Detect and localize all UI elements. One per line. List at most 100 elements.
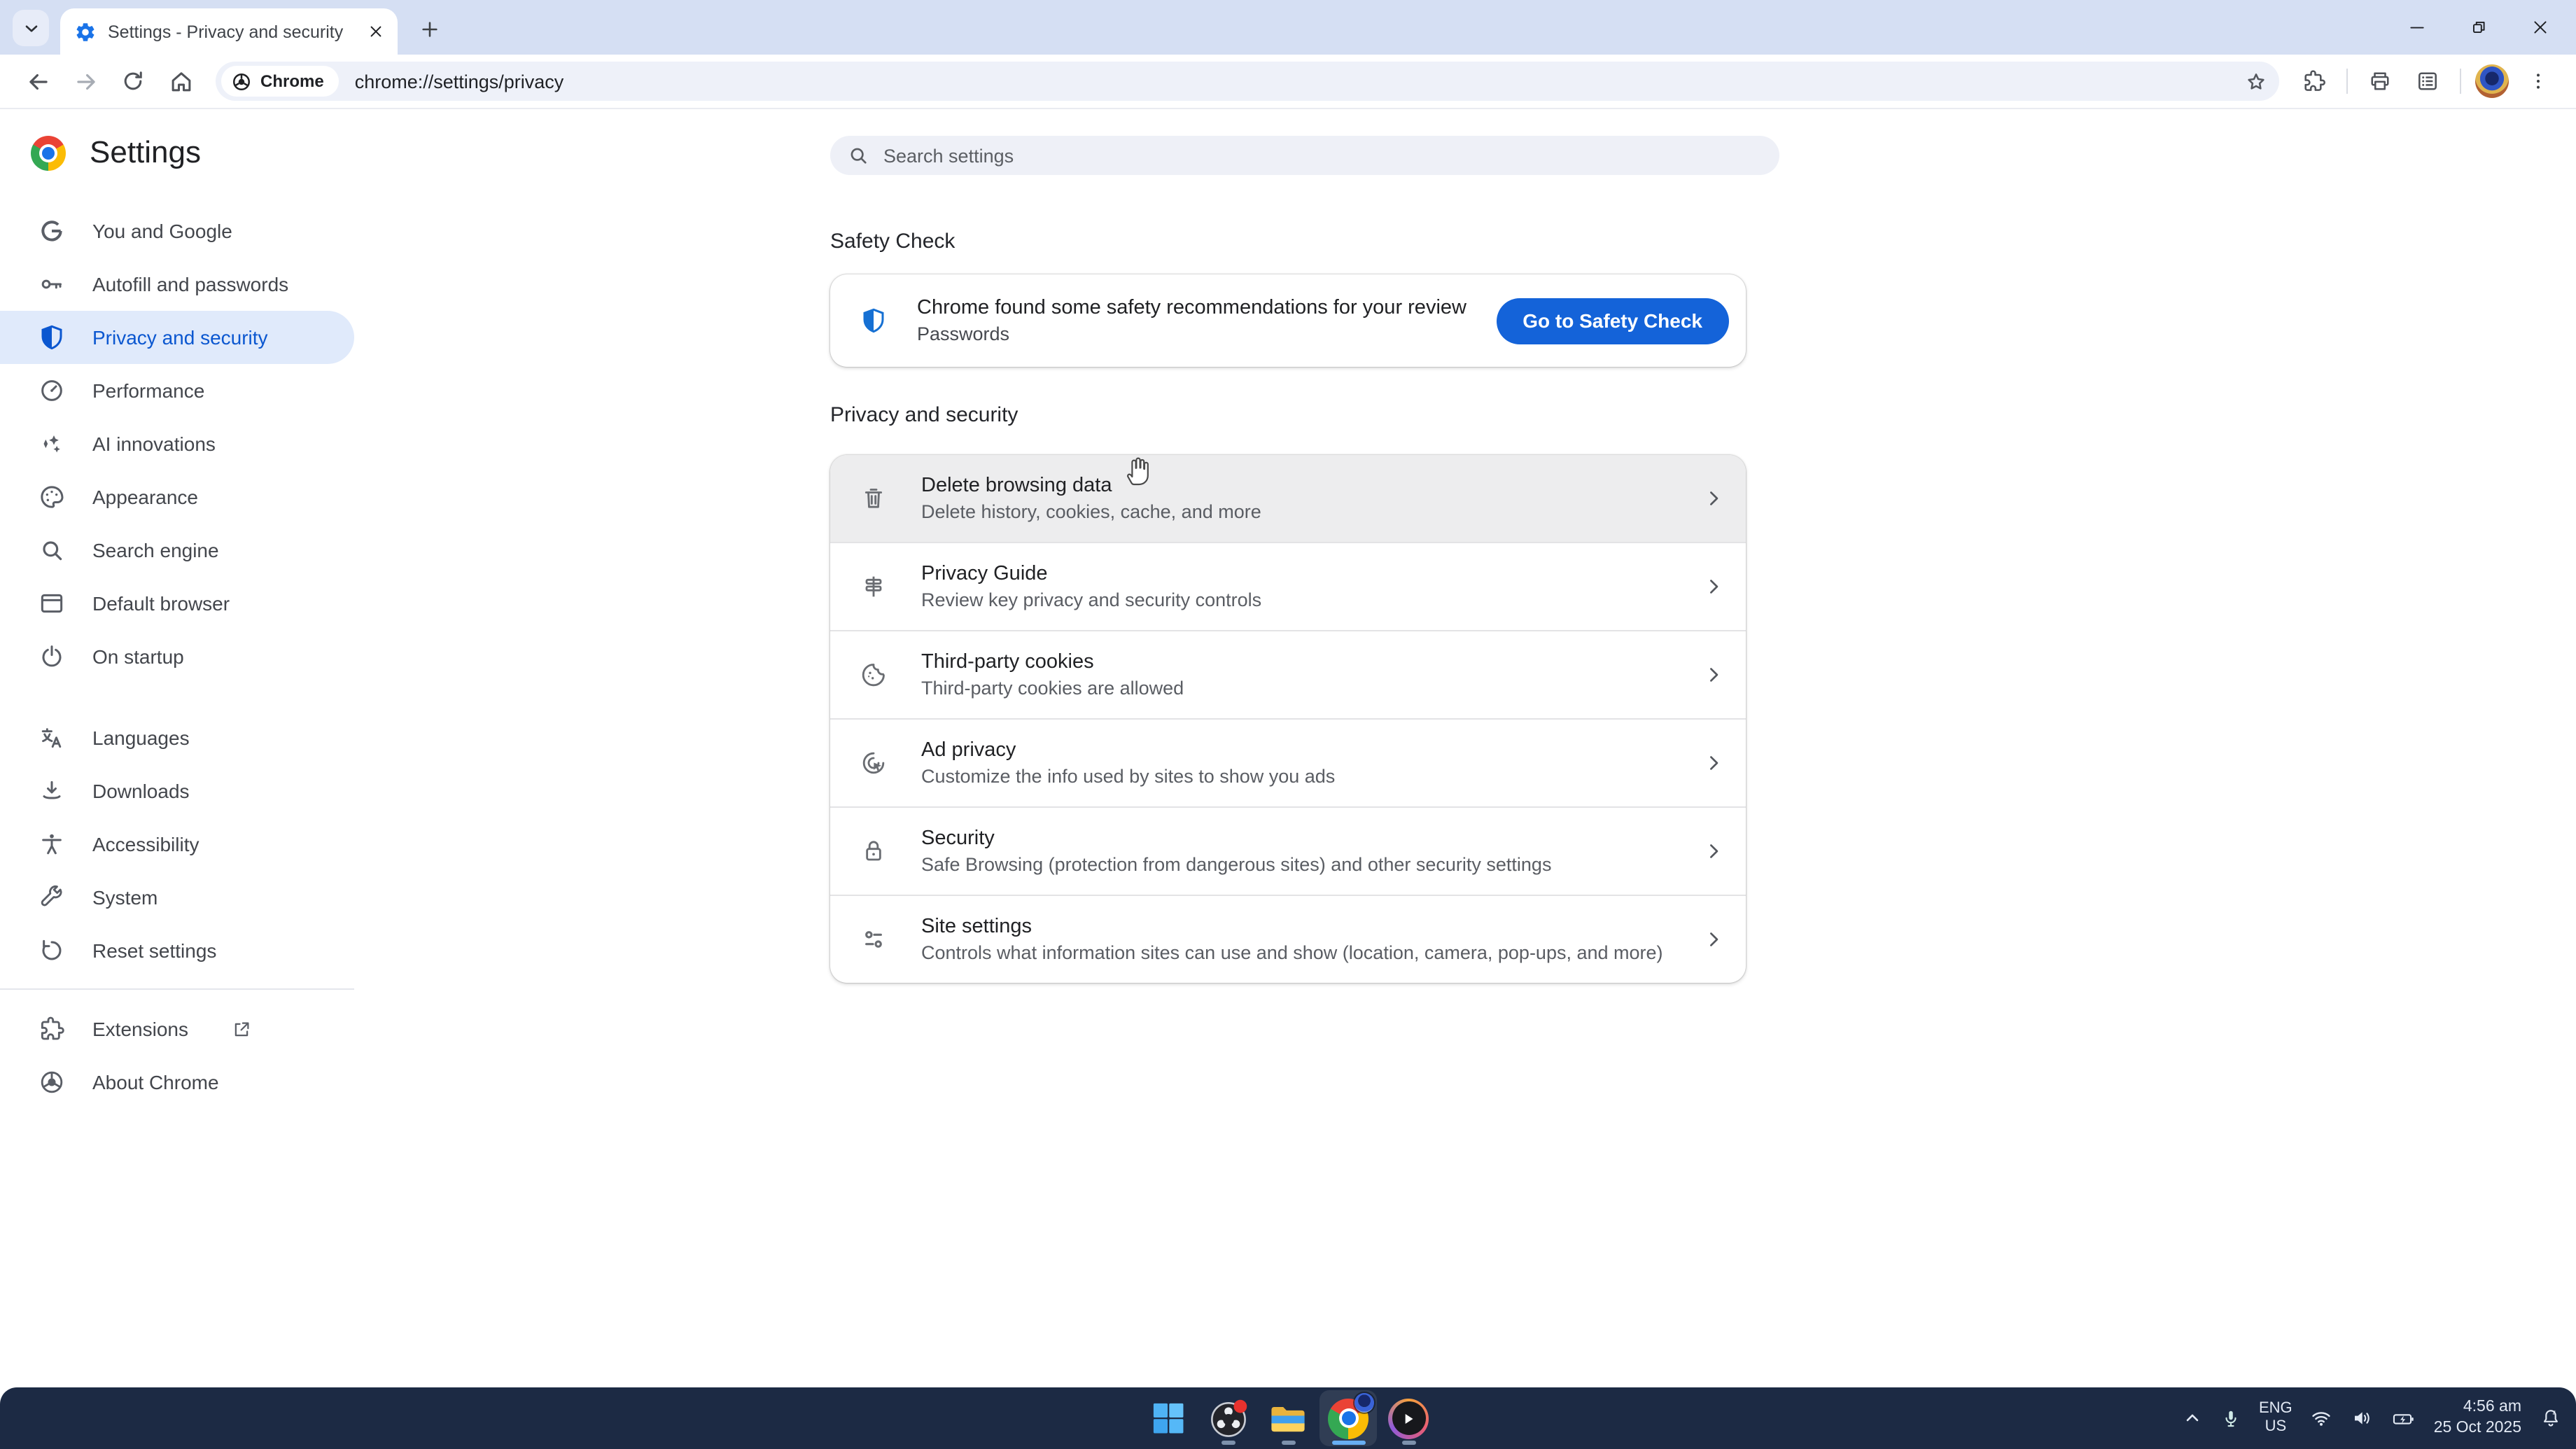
- sparkle-icon: [38, 430, 66, 458]
- address-bar[interactable]: Chrome chrome://settings/privacy: [216, 62, 2279, 101]
- settings-row-security[interactable]: Security Safe Browsing (protection from d…: [830, 806, 1746, 895]
- new-tab-button[interactable]: [412, 11, 448, 48]
- sidebar-item-privacy-and-security[interactable]: Privacy and security: [0, 311, 354, 364]
- safety-check-detail: Passwords: [917, 323, 1010, 344]
- settings-row-privacy-guide[interactable]: Privacy Guide Review key privacy and secu…: [830, 542, 1746, 630]
- profile-avatar[interactable]: [2475, 64, 2509, 98]
- window-controls: [2386, 0, 2570, 55]
- go-to-safety-check-button[interactable]: Go to Safety Check: [1496, 298, 1729, 344]
- browser-window-icon: [38, 589, 66, 617]
- row-title: Security: [921, 827, 995, 850]
- windows-taskbar: ENG US 4:56 am 25 Oct 2025 z: [0, 1387, 2576, 1449]
- row-title: Ad privacy: [921, 739, 1016, 762]
- tab-title: Settings - Privacy and security: [108, 22, 344, 41]
- settings-row-ad-privacy[interactable]: Ad privacy Customize the info used by sit…: [830, 718, 1746, 806]
- battery-icon[interactable]: [2392, 1406, 2416, 1430]
- wrench-icon: [38, 883, 66, 911]
- print-icon[interactable]: [2359, 60, 2401, 102]
- shield-icon: [38, 323, 66, 351]
- sidebar-item-on-startup[interactable]: On startup: [0, 630, 354, 683]
- chrome-taskbar-icon[interactable]: [1320, 1390, 1377, 1446]
- sidebar-item-system[interactable]: System: [0, 871, 354, 924]
- site-chip-label: Chrome: [260, 71, 324, 91]
- close-window-button[interactable]: [2509, 0, 2570, 55]
- speedometer-icon: [38, 377, 66, 405]
- sidebar-item-label: Search engine: [92, 539, 219, 561]
- settings-sidebar: You and Google Autofill and passwords Priv…: [0, 204, 354, 1109]
- sidebar-item-label: Autofill and passwords: [92, 273, 289, 295]
- chevron-right-icon[interactable]: [1702, 664, 1725, 686]
- home-icon[interactable]: [160, 60, 202, 102]
- reload-icon[interactable]: [112, 60, 154, 102]
- sidebar-item-search-engine[interactable]: Search engine: [0, 524, 354, 577]
- start-button[interactable]: [1139, 1390, 1196, 1446]
- chrome-mono-icon: [231, 71, 252, 92]
- sidebar-item-appearance[interactable]: Appearance: [0, 470, 354, 524]
- notification-bell-icon[interactable]: z: [2540, 1407, 2562, 1429]
- search-placeholder: Search settings: [883, 145, 1014, 166]
- taskbar-clock[interactable]: 4:56 am 25 Oct 2025: [2434, 1397, 2521, 1439]
- tab-search-button[interactable]: [13, 10, 49, 46]
- settings-brand: Settings: [31, 134, 201, 171]
- sidebar-item-label: Default browser: [92, 592, 230, 615]
- extensions-puzzle-icon[interactable]: [2293, 60, 2335, 102]
- bookmark-star-icon[interactable]: [2244, 69, 2268, 93]
- sidebar-item-autofill-and-passwords[interactable]: Autofill and passwords: [0, 258, 354, 311]
- obs-icon[interactable]: [1199, 1390, 1256, 1446]
- sidebar-item-you-and-google[interactable]: You and Google: [0, 204, 354, 258]
- row-subtitle: Third-party cookies are allowed: [921, 678, 1184, 699]
- row-title: Delete browsing data: [921, 475, 1112, 497]
- chevron-right-icon[interactable]: [1702, 840, 1725, 862]
- shield-half-icon: [860, 307, 888, 335]
- chevron-right-icon[interactable]: [1702, 752, 1725, 774]
- active-tab[interactable]: Settings - Privacy and security: [60, 8, 398, 55]
- back-icon[interactable]: [17, 60, 59, 102]
- tab-close-icon[interactable]: [363, 19, 388, 44]
- sidebar-divider: [0, 988, 354, 990]
- sidebar-item-performance[interactable]: Performance: [0, 364, 354, 417]
- signpost-icon: [860, 573, 888, 601]
- settings-page: Settings Search settings You and Google A…: [0, 109, 2576, 1387]
- power-icon: [38, 643, 66, 671]
- settings-row-site-settings[interactable]: Site settings Controls what information s…: [830, 895, 1746, 983]
- sidebar-item-about-chrome[interactable]: About Chrome: [0, 1056, 354, 1109]
- wifi-icon[interactable]: [2311, 1407, 2333, 1429]
- settings-row-delete-browsing-data[interactable]: Delete browsing data Delete history, cook…: [830, 455, 1746, 542]
- row-title: Privacy Guide: [921, 563, 1048, 585]
- restore-button[interactable]: [2447, 0, 2509, 55]
- sidebar-item-label: Privacy and security: [92, 326, 268, 349]
- minimize-button[interactable]: [2386, 0, 2447, 55]
- media-player-icon[interactable]: [1380, 1390, 1437, 1446]
- chevron-right-icon[interactable]: [1702, 487, 1725, 510]
- language-indicator[interactable]: ENG US: [2259, 1400, 2292, 1437]
- translate-icon: [38, 724, 66, 752]
- browser-menu-icon[interactable]: [2517, 60, 2559, 102]
- sidebar-item-label: Accessibility: [92, 833, 200, 855]
- file-explorer-icon[interactable]: [1259, 1390, 1317, 1446]
- row-title: Third-party cookies: [921, 651, 1094, 673]
- settings-row-third-party-cookies[interactable]: Third-party cookies Third-party cookies a…: [830, 630, 1746, 718]
- sidebar-item-downloads[interactable]: Downloads: [0, 764, 354, 818]
- safety-check-card: Chrome found some safety recommendations…: [830, 274, 1746, 367]
- sidebar-item-label: Downloads: [92, 780, 190, 802]
- site-chip[interactable]: Chrome: [221, 66, 340, 97]
- reading-list-icon[interactable]: [2407, 60, 2449, 102]
- forward-icon[interactable]: [64, 60, 106, 102]
- sidebar-item-extensions[interactable]: Extensions: [0, 1002, 354, 1056]
- microphone-icon[interactable]: [2220, 1408, 2241, 1429]
- privacy-card: Delete browsing data Delete history, cook…: [830, 455, 1746, 983]
- sidebar-item-default-browser[interactable]: Default browser: [0, 577, 354, 630]
- sidebar-item-accessibility[interactable]: Accessibility: [0, 818, 354, 871]
- sidebar-item-languages[interactable]: Languages: [0, 711, 354, 764]
- speaker-icon[interactable]: [2351, 1407, 2374, 1429]
- search-settings-input[interactable]: Search settings: [830, 136, 1779, 175]
- reset-icon: [38, 937, 66, 965]
- sidebar-item-ai-innovations[interactable]: AI innovations: [0, 417, 354, 470]
- search-icon: [847, 144, 869, 167]
- sidebar-item-reset-settings[interactable]: Reset settings: [0, 924, 354, 977]
- tray-chevron-up-icon[interactable]: [2182, 1408, 2202, 1428]
- chevron-right-icon[interactable]: [1702, 575, 1725, 598]
- chevron-right-icon[interactable]: [1702, 928, 1725, 951]
- sidebar-item-label: On startup: [92, 645, 184, 668]
